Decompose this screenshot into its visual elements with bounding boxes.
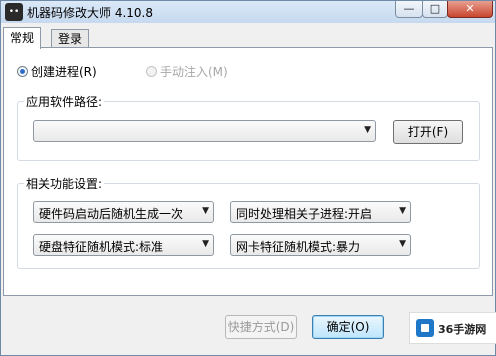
radio-manual-inject: 手动注入(M): [146, 63, 228, 80]
features-group-title: 相关功能设置:: [24, 175, 105, 192]
app-path-combobox[interactable]: ▼: [33, 120, 376, 142]
chevron-down-icon[interactable]: ▼: [399, 206, 406, 216]
child-process-dropdown[interactable]: 同时处理相关子进程:开启 ▼: [230, 201, 411, 223]
maximize-button[interactable]: □: [422, 1, 448, 18]
app-path-group-title: 应用软件路径:: [24, 93, 105, 110]
features-group: 相关功能设置:: [17, 175, 480, 269]
radio-manual-inject-label: 手动注入(M): [160, 65, 228, 79]
tab-login[interactable]: 登录: [51, 29, 90, 48]
disk-random-mode-dropdown[interactable]: 硬盘特征随机模式:标准 ▼: [33, 234, 214, 256]
open-file-button[interactable]: 打开(F): [393, 120, 463, 144]
dropdown-value: 网卡特征随机模式:暴力: [236, 240, 361, 254]
dropdown-value: 硬件码启动后随机生成一次: [39, 207, 184, 221]
watermark-badge: 36手游网: [409, 312, 496, 344]
radio-create-process[interactable]: 创建进程(R): [17, 63, 97, 80]
dropdown-value: 同时处理相关子进程:开启: [236, 207, 373, 221]
dropdown-value: 硬盘特征随机模式:标准: [39, 240, 164, 254]
tab-general[interactable]: 常规: [3, 27, 42, 49]
window-title: 机器码修改大师 4.10.8: [27, 6, 153, 20]
radio-unchecked-icon: [146, 66, 157, 77]
hwid-generation-dropdown[interactable]: 硬件码启动后随机生成一次 ▼: [33, 201, 214, 223]
chevron-down-icon[interactable]: ▼: [202, 239, 209, 249]
app-owl-icon: ••: [5, 3, 23, 21]
chevron-down-icon[interactable]: ▼: [399, 239, 406, 249]
ok-button[interactable]: 确定(O): [312, 315, 384, 339]
radio-checked-icon[interactable]: [17, 66, 28, 77]
title-bar: •• 机器码修改大师 4.10.8 — □ ✕: [1, 1, 495, 23]
main-window: •• 机器码修改大师 4.10.8 — □ ✕ 常规 登录 创建进程(R) 手动…: [0, 0, 496, 356]
chevron-down-icon[interactable]: ▼: [364, 125, 371, 135]
site-logo-icon: [416, 319, 434, 337]
minimize-button[interactable]: —: [395, 1, 423, 18]
nic-random-mode-dropdown[interactable]: 网卡特征随机模式:暴力 ▼: [230, 234, 411, 256]
close-button[interactable]: ✕: [447, 1, 493, 18]
chevron-down-icon[interactable]: ▼: [202, 206, 209, 216]
shortcut-button: 快捷方式(D): [225, 315, 297, 339]
watermark-text: 36手游网: [438, 323, 487, 336]
radio-create-process-label: 创建进程(R): [31, 65, 97, 79]
